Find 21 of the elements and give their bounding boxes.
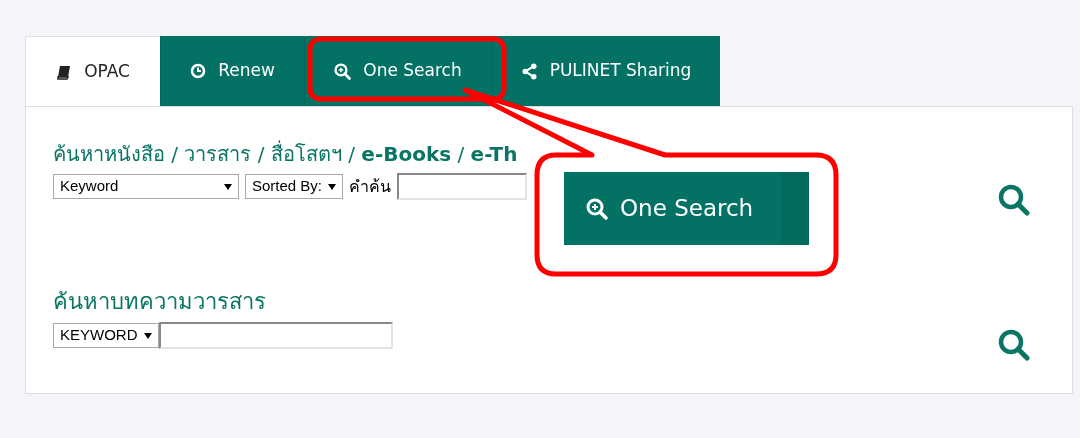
clock-icon bbox=[190, 63, 207, 79]
query-field[interactable] bbox=[158, 322, 393, 349]
query-field[interactable] bbox=[397, 173, 528, 200]
query-label: คำค้น bbox=[349, 175, 392, 198]
sort-select[interactable]: Sorted By: bbox=[245, 174, 344, 199]
field-select[interactable]: Keyword bbox=[53, 174, 239, 199]
book-icon bbox=[56, 63, 73, 80]
section-heading: ค้นหาบทความวารสาร bbox=[53, 288, 267, 316]
share-icon bbox=[520, 62, 538, 80]
tab[interactable]: Renew bbox=[160, 36, 304, 106]
tab[interactable]: PULINET Sharing bbox=[491, 36, 720, 106]
field-select[interactable]: KEYWORD bbox=[53, 323, 159, 348]
search-icon[interactable] bbox=[996, 182, 1032, 218]
search-icon[interactable] bbox=[996, 327, 1032, 363]
dropdown-caret-icon bbox=[328, 183, 337, 190]
dropdown-caret-icon bbox=[224, 183, 232, 190]
tab[interactable]: OPAC bbox=[25, 36, 160, 106]
zoom-in-icon bbox=[334, 62, 352, 80]
dropdown-caret-icon bbox=[143, 332, 152, 339]
zoom-in-icon bbox=[586, 197, 608, 220]
section-heading: ค้นหาหนังสือ / วารสาร / สื่อโสตฯ / e-Books / e-Th bbox=[53, 139, 519, 168]
